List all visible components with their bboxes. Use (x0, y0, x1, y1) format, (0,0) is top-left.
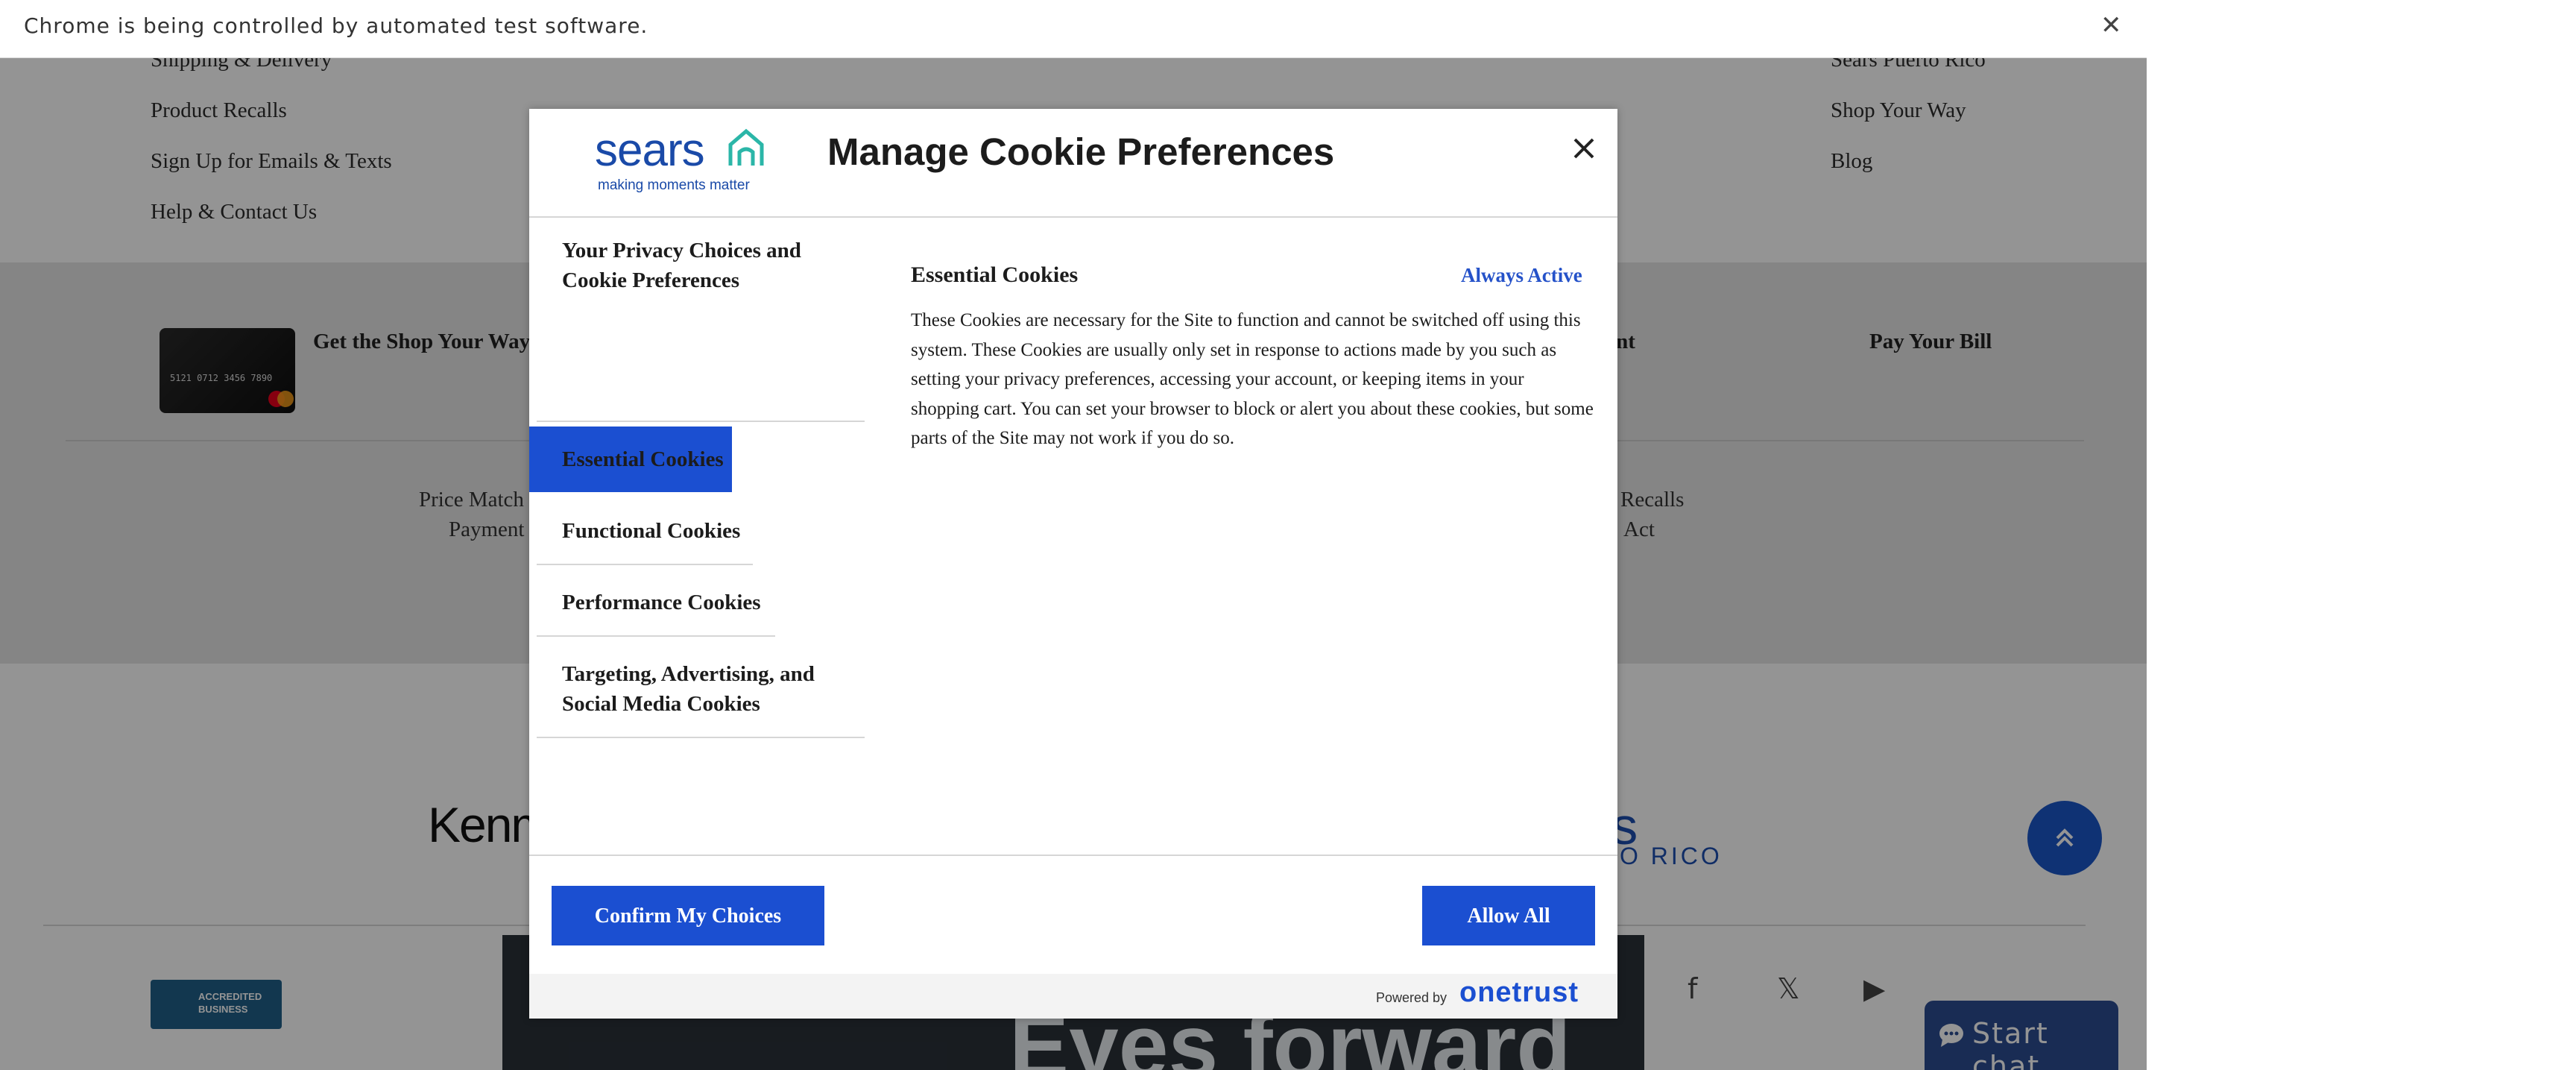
infobar-close-icon[interactable]: ✕ (2100, 10, 2122, 40)
nav-item-performance-cookies[interactable]: Performance Cookies (562, 588, 761, 617)
onetrust-logo[interactable]: onetrust (1459, 977, 1579, 1009)
nav-item-functional-cookies[interactable]: Functional Cookies (562, 516, 740, 546)
divider (537, 421, 865, 422)
confirm-choices-button[interactable]: Confirm My Choices (552, 886, 824, 945)
divider (537, 635, 775, 637)
divider (537, 564, 753, 565)
automation-infobar: Chrome is being controlled by automated … (0, 0, 2147, 58)
logo-tagline: making moments matter (598, 177, 750, 193)
allow-all-button[interactable]: Allow All (1422, 886, 1595, 945)
close-icon[interactable] (1565, 131, 1603, 169)
cookie-preferences-modal: sears making moments matter Manage Cooki… (529, 109, 1617, 1019)
infobar-message: Chrome is being controlled by automated … (24, 13, 648, 38)
section-title: Essential Cookies (911, 262, 1079, 287)
nav-item-privacy-choices[interactable]: Your Privacy Choices and Cookie Preferen… (562, 236, 815, 295)
logo-wordmark: sears (595, 125, 705, 176)
powered-by-bar: Powered by onetrust (529, 974, 1617, 1019)
divider (537, 737, 865, 738)
sears-logo: sears making moments matter (595, 124, 774, 197)
powered-by-label: Powered by (1376, 990, 1448, 1005)
modal-title: Manage Cookie Preferences (827, 130, 1335, 173)
status-badge: Always Active (1461, 264, 1582, 286)
section-description: These Cookies are necessary for the Site… (911, 310, 1594, 448)
modal-header: sears making moments matter Manage Cooki… (529, 109, 1617, 218)
modal-footer: Confirm My Choices Allow All (529, 855, 1617, 975)
nav-item-targeting-cookies[interactable]: Targeting, Advertising, and Social Media… (562, 659, 845, 719)
nav-item-essential-cookies[interactable]: Essential Cookies (562, 444, 724, 474)
sears-house-icon (728, 128, 764, 166)
